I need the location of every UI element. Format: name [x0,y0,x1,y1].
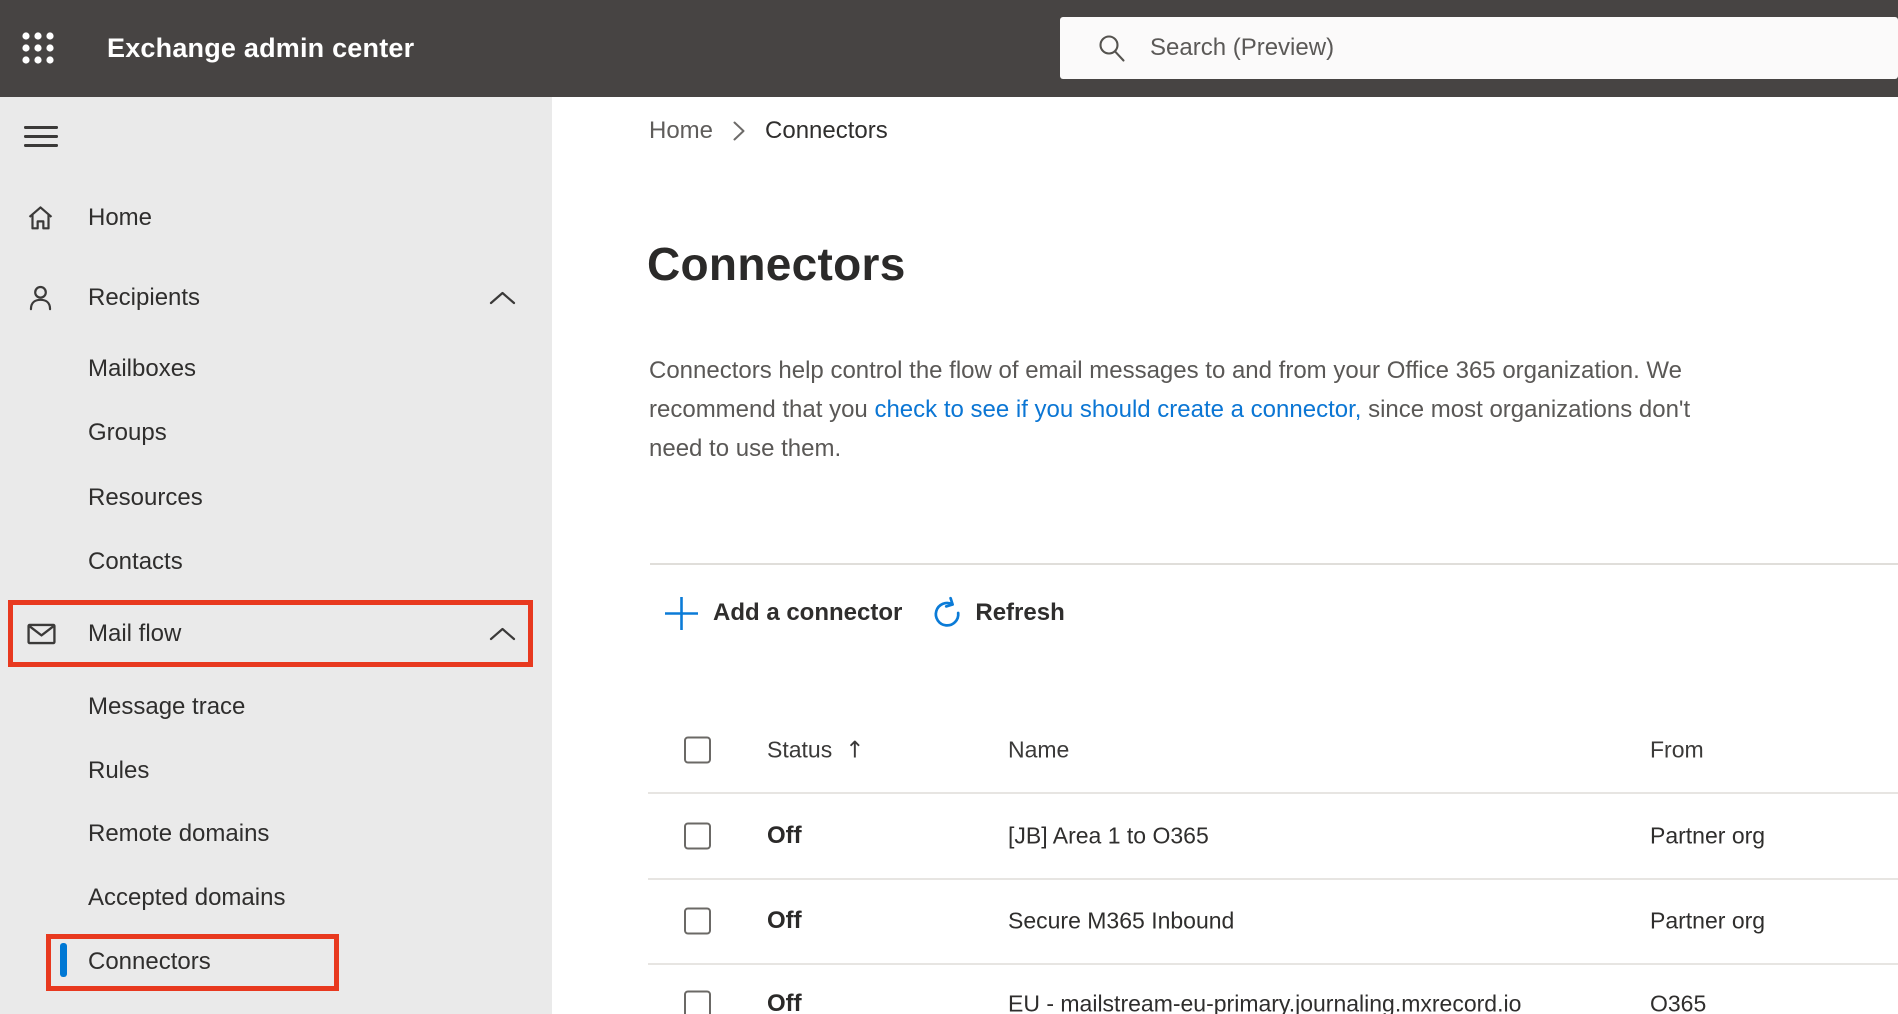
sidebar-item-label: Remote domains [88,820,270,847]
home-icon [28,206,53,230]
description-line2-before: recommend that you [649,396,875,423]
plus-icon [665,596,698,630]
cell-status: Off [767,990,802,1014]
breadcrumb: Home Connectors [649,115,888,147]
breadcrumb-home-link[interactable]: Home [649,117,713,145]
hamburger-icon [23,126,58,147]
cell-name[interactable]: Secure M365 Inbound [1008,908,1234,935]
row-checkbox[interactable] [684,822,711,850]
cell-name[interactable]: EU - mailstream-eu-primary.journaling.mx… [1008,991,1521,1014]
status-column-header[interactable]: Status ↑ [767,737,865,764]
chevron-up-icon[interactable] [489,627,516,642]
sidebar-item-home[interactable]: Home [0,193,552,243]
cell-from: Partner org [1650,907,1766,934]
sidebar-item-label: Accepted domains [88,884,286,911]
sidebar-item-label: Home [88,204,153,231]
cell-status: Off [767,907,802,934]
main-content: Home Connectors Connectors Connectors he… [552,97,1898,1014]
description-line1: Connectors help control the flow of emai… [649,357,1682,384]
breadcrumb-chevron-icon [732,120,746,142]
sidebar-item-label: Message trace [88,693,246,720]
sidebar-item-remote-domains[interactable]: Remote domains [0,809,552,859]
cell-name[interactable]: [JB] Area 1 to O365 [1008,823,1209,850]
refresh-icon [934,596,960,627]
search-placeholder: Search (Preview) [1150,34,1335,61]
collapse-nav-button[interactable] [23,126,59,150]
add-connector-button[interactable]: Add a connector [663,595,902,632]
mail-icon [27,623,56,645]
sidebar-item-mailboxes[interactable]: Mailboxes [0,344,552,394]
sidebar-item-label: Mailboxes [88,355,197,382]
table-row[interactable]: Off [JB] Area 1 to O365 Partner org [552,806,1898,866]
sidebar-item-label: Mail flow [88,620,182,647]
refresh-button[interactable]: Refresh [930,596,1065,630]
chevron-up-icon[interactable] [489,291,516,306]
breadcrumb-current: Connectors [765,117,888,144]
sidebar-item-recipients[interactable]: Recipients [0,273,552,323]
description-line3: need to use them. [649,435,842,462]
select-all-checkbox[interactable] [684,736,711,764]
person-icon [29,285,52,311]
add-connector-label: Add a connector [713,599,903,626]
from-column-header[interactable]: From [1650,737,1704,764]
sidebar-item-connectors[interactable]: Connectors [0,937,552,987]
sidebar-item-message-trace[interactable]: Message trace [0,682,552,732]
check-connector-link[interactable]: check to see if you should create a conn… [874,396,1361,423]
table-row[interactable]: Off Secure M365 Inbound Partner org [552,891,1898,951]
app-title: Exchange admin center [107,33,415,63]
toolbar: Add a connector Refresh [663,591,1065,635]
sidebar-item-groups[interactable]: Groups [0,408,552,458]
exchange-admin-center-screen: Exchange admin center Search (Preview) H… [0,0,1898,1014]
sidebar-item-mail-flow[interactable]: Mail flow [0,609,552,659]
table-header-row: Status ↑ Name From [552,720,1898,780]
cell-from: Partner org [1650,822,1766,849]
sidebar-item-resources[interactable]: Resources [0,473,552,523]
sidebar-item-accepted-domains[interactable]: Accepted domains [0,873,552,923]
name-column-header[interactable]: Name [1008,737,1069,764]
row-checkbox[interactable] [684,907,711,935]
row-divider [648,963,1898,965]
sidebar-item-label: Groups [88,419,167,446]
refresh-label: Refresh [975,599,1065,626]
page-description: Connectors help control the flow of emai… [649,351,1879,468]
sidebar-item-contacts[interactable]: Contacts [0,537,552,587]
search-input[interactable]: Search (Preview) [1060,17,1898,79]
sidebar-item-rules[interactable]: Rules [0,746,552,796]
selected-item-indicator [60,943,67,977]
table-row[interactable]: Off EU - mailstream-eu-primary.journalin… [552,974,1898,1014]
description-line2-after: since most organizations don't [1361,396,1691,423]
topbar: Exchange admin center Search (Preview) [0,0,1898,97]
status-column-label: Status [767,736,833,763]
sort-ascending-icon: ↑ [845,737,865,764]
sidebar-item-label: Rules [88,757,150,784]
search-icon [1099,35,1125,62]
cell-status: Off [767,822,802,849]
cell-from: O365 [1650,990,1707,1014]
app-launcher-button[interactable] [20,31,56,67]
sidebar-item-label: Connectors [88,948,211,975]
sidebar: Home Recipients Mailboxes Groups Resourc… [0,97,552,1014]
header-divider [648,792,1898,794]
sidebar-item-label: Resources [88,484,203,511]
sidebar-item-label: Recipients [88,284,201,311]
waffle-icon [22,32,54,64]
row-checkbox[interactable] [684,990,711,1014]
toolbar-divider [650,563,1898,565]
page-title: Connectors [647,238,906,290]
sidebar-item-label: Contacts [88,548,183,575]
row-divider [648,878,1898,880]
